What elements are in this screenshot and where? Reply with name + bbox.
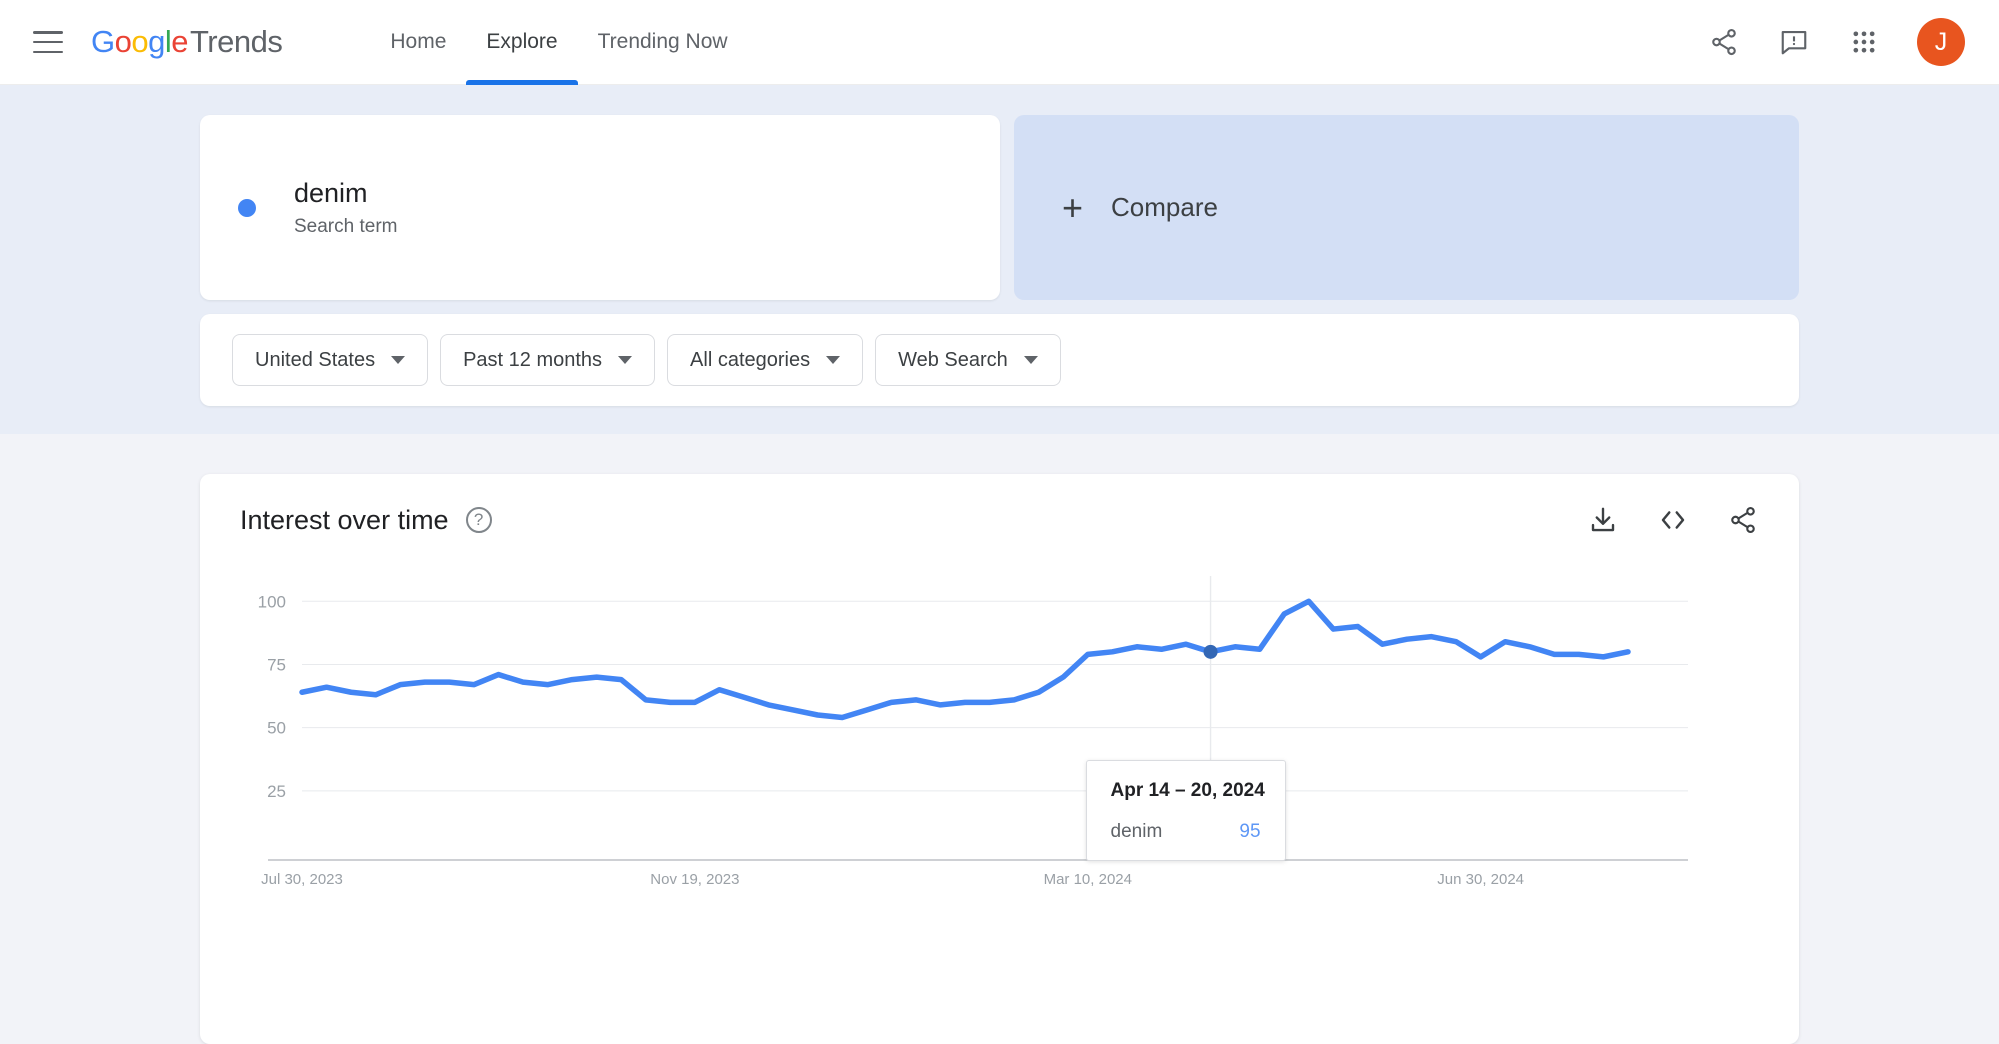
search-type-filter[interactable]: Web Search: [875, 334, 1061, 386]
chevron-down-icon: [618, 356, 633, 364]
chart-header: Interest over time ?: [240, 504, 1759, 536]
chevron-down-icon: [826, 356, 841, 364]
svg-text:Jun 30, 2024: Jun 30, 2024: [1437, 871, 1524, 888]
interest-over-time-line-chart[interactable]: 25 50 75 100 Jul 30, 2023 Nov 19, 2023 Mar 10,…: [240, 568, 1760, 898]
time-range-filter[interactable]: Past 12 months: [440, 334, 656, 386]
category-filter-label: All categories: [690, 348, 811, 371]
location-filter-label: United States: [255, 348, 376, 371]
compare-label: Compare: [1111, 192, 1218, 222]
share-icon[interactable]: [1727, 504, 1759, 536]
embed-code-icon[interactable]: [1657, 504, 1689, 536]
svg-text:Mar 10, 2024: Mar 10, 2024: [1044, 871, 1132, 888]
plus-icon: +: [1062, 186, 1084, 228]
category-filter[interactable]: All categories: [667, 334, 864, 386]
logo-letter-o2: o: [131, 24, 149, 59]
nav-item-explore[interactable]: Explore: [466, 0, 578, 85]
logo-letter-o1: o: [114, 24, 132, 59]
tooltip-date: Apr 14 – 20, 2024: [1110, 779, 1265, 801]
nav-item-trending-now[interactable]: Trending Now: [578, 0, 748, 85]
google-trends-logo[interactable]: Go o g l e Trends: [91, 24, 283, 60]
feedback-icon[interactable]: [1777, 25, 1811, 59]
series-color-dot: [238, 198, 256, 217]
download-icon[interactable]: [1587, 504, 1619, 536]
compare-button[interactable]: + Compare: [1014, 115, 1799, 300]
main-nav: Home Explore Trending Now: [370, 0, 747, 85]
chart-plot-area[interactable]: 25 50 75 100 Jul 30, 2023 Nov 19, 2023 Mar 10,…: [240, 568, 1759, 898]
search-term-type: Search term: [294, 216, 398, 238]
svg-text:Nov 19, 2023: Nov 19, 2023: [650, 871, 739, 888]
chevron-down-icon: [1023, 356, 1038, 364]
search-term-card[interactable]: denim Search term: [200, 115, 1000, 300]
logo-word-trends: Trends: [190, 24, 283, 59]
search-term-label: denim: [294, 177, 368, 208]
svg-text:100: 100: [258, 592, 286, 611]
svg-text:25: 25: [267, 782, 286, 801]
chart-actions: [1587, 504, 1759, 536]
svg-text:Jul 30, 2023: Jul 30, 2023: [261, 871, 343, 888]
logo-letter-g: G: [91, 24, 115, 59]
search-terms-row: denim Search term + Compare: [0, 85, 1999, 300]
tooltip-series-name: denim: [1110, 820, 1163, 842]
interest-over-time-card: Interest over time ? 25 50 75 100 Jul 30…: [200, 474, 1799, 1044]
hamburger-menu-icon[interactable]: [33, 31, 63, 53]
header-actions: J: [1707, 18, 1999, 66]
location-filter[interactable]: United States: [232, 334, 429, 386]
avatar[interactable]: J: [1917, 18, 1965, 66]
chart-title: Interest over time: [240, 504, 449, 535]
apps-grid-icon[interactable]: [1847, 25, 1881, 59]
filter-bar: United States Past 12 months All categor…: [200, 314, 1799, 406]
search-type-filter-label: Web Search: [898, 348, 1008, 371]
logo-letter-e: e: [171, 24, 189, 59]
svg-text:50: 50: [267, 719, 286, 738]
tooltip-value: 95: [1239, 820, 1261, 842]
logo-letter-g2: g: [148, 24, 165, 59]
share-icon[interactable]: [1707, 25, 1741, 59]
chevron-down-icon: [391, 356, 406, 364]
explore-filters-section: denim Search term + Compare United State…: [0, 85, 1999, 434]
app-header: Go o g l e Trends Home Explore Trending Now: [0, 0, 1999, 85]
svg-text:75: 75: [267, 655, 286, 674]
time-range-filter-label: Past 12 months: [463, 348, 603, 371]
chart-tooltip: Apr 14 – 20, 2024 denim 95: [1085, 759, 1286, 861]
nav-item-home[interactable]: Home: [370, 0, 466, 85]
help-icon[interactable]: ?: [465, 507, 492, 533]
